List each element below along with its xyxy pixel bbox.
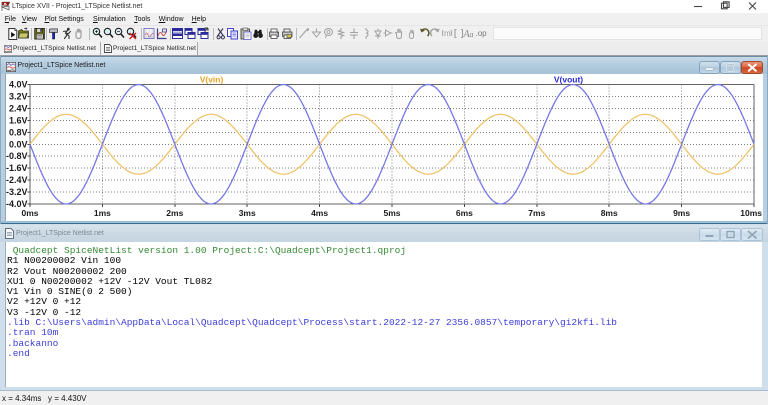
svg-text:V(vout): V(vout) [554, 75, 583, 85]
svg-text:8ms: 8ms [601, 208, 618, 218]
svg-text:2.4V: 2.4V [9, 103, 28, 113]
svg-text:10ms: 10ms [740, 208, 762, 218]
svg-text:0.8V: 0.8V [9, 127, 28, 137]
svg-text:0.0V: 0.0V [9, 139, 28, 149]
svg-text:V(vin): V(vin) [200, 75, 224, 85]
svg-text:9ms: 9ms [673, 208, 690, 218]
svg-text:2ms: 2ms [166, 208, 183, 218]
svg-text:4ms: 4ms [311, 208, 328, 218]
svg-text:6ms: 6ms [456, 208, 473, 218]
svg-text:3ms: 3ms [239, 208, 256, 218]
svg-text:0ms: 0ms [21, 208, 38, 218]
svg-text:1ms: 1ms [94, 208, 111, 218]
svg-text:-0.8V: -0.8V [6, 151, 28, 161]
svg-text:3.2V: 3.2V [9, 91, 28, 101]
svg-text:5ms: 5ms [383, 208, 400, 218]
svg-text:4.0V: 4.0V [9, 80, 28, 90]
svg-text:.op: .op [476, 29, 488, 38]
svg-text:7ms: 7ms [528, 208, 545, 218]
svg-text:a: a [470, 30, 474, 39]
svg-text:1.6V: 1.6V [9, 115, 28, 125]
svg-text:-3.2V: -3.2V [6, 187, 28, 197]
svg-text:m: m [444, 29, 451, 38]
svg-text:-1.6V: -1.6V [6, 163, 28, 173]
svg-text:-2.4V: -2.4V [6, 175, 28, 185]
